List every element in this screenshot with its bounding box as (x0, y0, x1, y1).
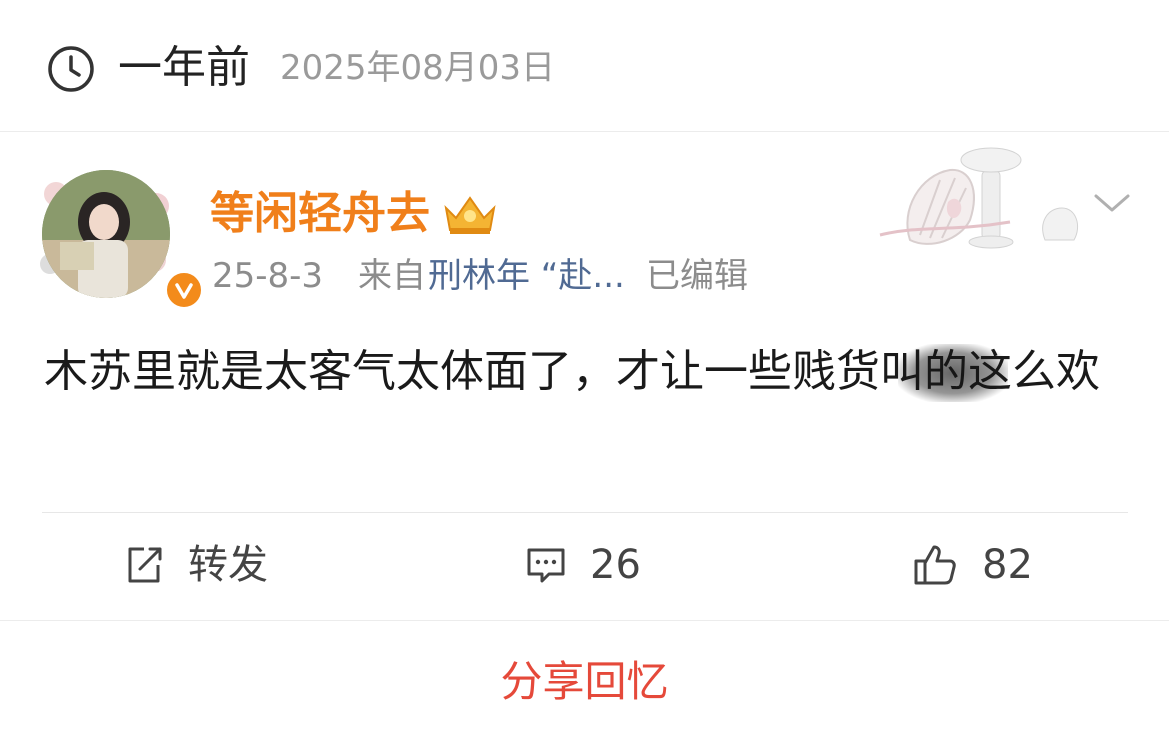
memory-header: 一年前 2025年08月03日 (0, 0, 1169, 132)
comment-button[interactable]: 26 (524, 540, 641, 590)
censor-smudge (898, 344, 1008, 402)
chevron-down-icon[interactable] (1092, 188, 1132, 220)
like-count: 82 (982, 542, 1033, 588)
share-memory-button[interactable]: 分享回忆 (0, 652, 1169, 712)
divider (42, 512, 1128, 513)
like-button[interactable]: 82 (912, 540, 1033, 590)
clock-icon (48, 46, 94, 92)
avatar[interactable] (36, 164, 204, 310)
crown-icon[interactable] (440, 190, 500, 238)
divider (0, 620, 1169, 621)
post-time: 25-8-3 (212, 256, 324, 296)
like-icon (914, 545, 956, 585)
avatar-image (42, 170, 170, 298)
repost-label: 转发 (188, 542, 268, 588)
comment-icon (527, 548, 565, 583)
repost-icon (128, 547, 162, 583)
username[interactable]: 等闲轻舟去 (210, 186, 430, 242)
post-source-link[interactable]: 刑林年 “赴... (428, 254, 625, 298)
post-from-label: 来自 (358, 256, 426, 296)
verified-icon (164, 270, 204, 310)
edited-label[interactable]: 已编辑 (646, 254, 748, 298)
repost-button[interactable]: 转发 (122, 540, 268, 590)
comment-count: 26 (590, 542, 641, 588)
memory-date: 2025年08月03日 (280, 48, 556, 88)
memory-ago-label: 一年前 (118, 42, 250, 93)
decorative-card-image (879, 147, 1078, 249)
